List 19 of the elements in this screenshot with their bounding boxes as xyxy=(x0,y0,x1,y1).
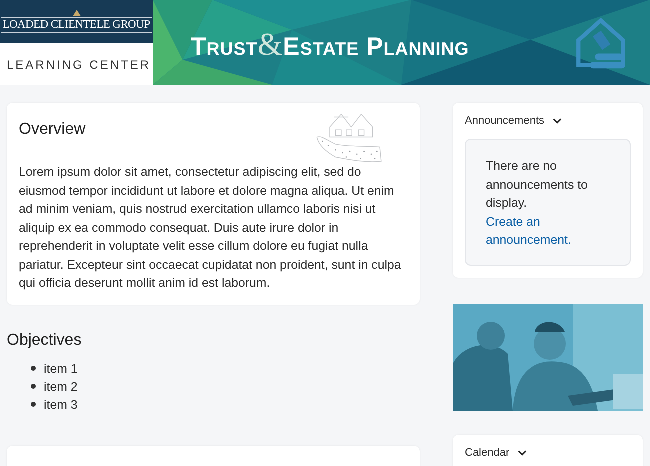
objective-item: item 3 xyxy=(44,396,78,414)
objectives-heading: Objectives xyxy=(7,332,83,350)
overview-heading: Overview xyxy=(19,121,87,139)
objective-item: item 2 xyxy=(44,378,78,396)
banner-title: Trust&Estate Planning xyxy=(191,26,470,63)
chevron-down-icon[interactable] xyxy=(552,118,562,124)
banner-subtitle: LEARNING CENTER xyxy=(6,57,152,72)
chevron-down-icon[interactable] xyxy=(518,450,527,456)
bullet-icon xyxy=(31,402,36,407)
bullet-icon xyxy=(31,366,36,371)
overview-text: Lorem ipsum dolor sit amet, consectetur adipiscing elit, sed do eiusmod tempor incididunt ut labore et dolore magna aliqua. Ut enim ad minim veniam, quis nostrud exercitation ullamco laboris nisi ut aliquip ex ea commodo consequat. Duis aute irure dolor in reprehenderit in voluptate velit esse cillum dolore eu fugiat nulla pariatur. Excepteur sint occaecat cupidatat non proident, sunt in culpa qui officia deserunt mollit anim id est laborum. xyxy=(19,164,402,292)
empty-message: There are no announcements to display. xyxy=(486,158,589,212)
logo-text: LOADED CLIENTELE GROUP xyxy=(0,17,152,33)
calendar-heading: Calendar xyxy=(465,446,510,458)
announcements-heading: Announcements xyxy=(465,115,544,127)
objective-item: item 1 xyxy=(44,360,78,378)
bullet-icon xyxy=(31,384,36,389)
create-announcement-link[interactable]: Create an announcement. xyxy=(486,212,612,250)
triangle-icon xyxy=(72,10,80,16)
